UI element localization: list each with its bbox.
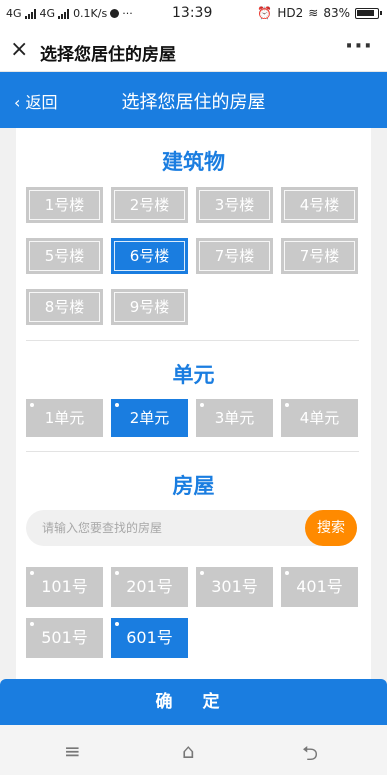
alarm-icon: ⏰ <box>257 6 273 20</box>
system-nav-bar: ≡ ⌂ ⮌ <box>0 725 387 775</box>
room-label: 101号 <box>41 577 88 596</box>
unit-label: 1单元 <box>44 409 85 427</box>
unit-tile[interactable]: 3单元 <box>196 399 273 437</box>
status-right: ⏰ HD2 ≋ 83% <box>257 6 382 20</box>
tile-pin <box>115 571 119 575</box>
battery-percent: 83% <box>323 6 350 20</box>
room-tile[interactable]: 401号 <box>281 567 358 607</box>
room-label: 601号 <box>126 628 173 647</box>
building-tile[interactable]: 2号楼 <box>111 187 188 223</box>
unit-label: 2单元 <box>129 409 170 427</box>
tile-pin <box>200 403 204 407</box>
confirm-button[interactable]: 确 定 <box>0 679 387 725</box>
units-title: 单元 <box>172 363 215 387</box>
building-tile[interactable]: 8号楼 <box>26 289 103 325</box>
battery-icon <box>355 7 382 19</box>
close-icon[interactable]: × <box>10 37 28 62</box>
speed-label: 0.1K/s <box>73 7 108 20</box>
app-title-bar: × 选择您居住的房屋 ··· <box>0 28 387 72</box>
hd-label: HD2 <box>277 6 304 20</box>
building-tile-selected[interactable]: 6号楼 <box>111 238 188 274</box>
section-divider <box>26 340 359 341</box>
unit-label: 4单元 <box>299 409 340 427</box>
room-tile-selected[interactable]: 601号 <box>111 618 188 658</box>
signal-icon <box>24 8 37 19</box>
tile-pin <box>115 403 119 407</box>
building-tile[interactable]: 3号楼 <box>196 187 273 223</box>
tile-pin <box>30 571 34 575</box>
building-tile[interactable]: 5号楼 <box>26 238 103 274</box>
room-label: 401号 <box>296 577 343 596</box>
back-icon[interactable]: ⮌ <box>302 739 318 773</box>
unit-tile[interactable]: 4单元 <box>281 399 358 437</box>
search-button[interactable]: 搜索 <box>305 510 357 546</box>
signal-icon-2 <box>58 8 70 19</box>
home-icon[interactable]: ⌂ <box>182 739 195 763</box>
building-tile[interactable]: 1号楼 <box>26 187 103 223</box>
room-tile[interactable]: 101号 <box>26 567 103 607</box>
unit-label: 3单元 <box>214 409 255 427</box>
building-tile[interactable]: 7号楼 <box>281 238 358 274</box>
room-tile[interactable]: 201号 <box>111 567 188 607</box>
tile-pin <box>285 403 289 407</box>
rooms-title: 房屋 <box>172 474 215 498</box>
unit-tile-selected[interactable]: 2单元 <box>111 399 188 437</box>
tile-pin <box>30 403 34 407</box>
tile-pin <box>30 622 34 626</box>
menu-icon[interactable]: ≡ <box>64 739 81 763</box>
room-search-input[interactable] <box>42 518 292 538</box>
network-label: 4G <box>6 7 22 20</box>
room-search: 搜索 <box>26 510 357 546</box>
window-title: 选择您居住的房屋 <box>40 45 176 65</box>
building-tile[interactable]: 7号楼 <box>196 238 273 274</box>
network-label-2: 4G <box>39 7 56 20</box>
tile-pin <box>285 571 289 575</box>
building-tile[interactable]: 4号楼 <box>281 187 358 223</box>
building-tile[interactable]: 9号楼 <box>111 289 188 325</box>
room-tile[interactable]: 301号 <box>196 567 273 607</box>
status-left: 4G 4G 0.1K/s ··· <box>6 7 133 20</box>
status-bar: 4G 4G 0.1K/s ··· 13:39 ⏰ HD2 ≋ 83% <box>0 0 387 28</box>
wifi-icon: ≋ <box>308 6 319 20</box>
tile-pin <box>200 571 204 575</box>
nav-bar: ‹ 返回 选择您居住的房屋 <box>0 72 387 128</box>
room-label: 501号 <box>41 628 88 647</box>
app-notification-icon <box>110 9 120 18</box>
tile-pin <box>115 622 119 626</box>
room-label: 201号 <box>126 577 173 596</box>
section-divider <box>26 451 359 452</box>
more-menu-icon[interactable]: ··· <box>345 34 373 59</box>
buildings-title: 建筑物 <box>162 150 225 174</box>
page-title: 选择您居住的房屋 <box>121 92 266 113</box>
room-label: 301号 <box>211 577 258 596</box>
room-tile[interactable]: 501号 <box>26 618 103 658</box>
clock: 13:39 <box>172 5 213 21</box>
unit-tile[interactable]: 1单元 <box>26 399 103 437</box>
more-notifications-icon: ··· <box>122 7 133 20</box>
